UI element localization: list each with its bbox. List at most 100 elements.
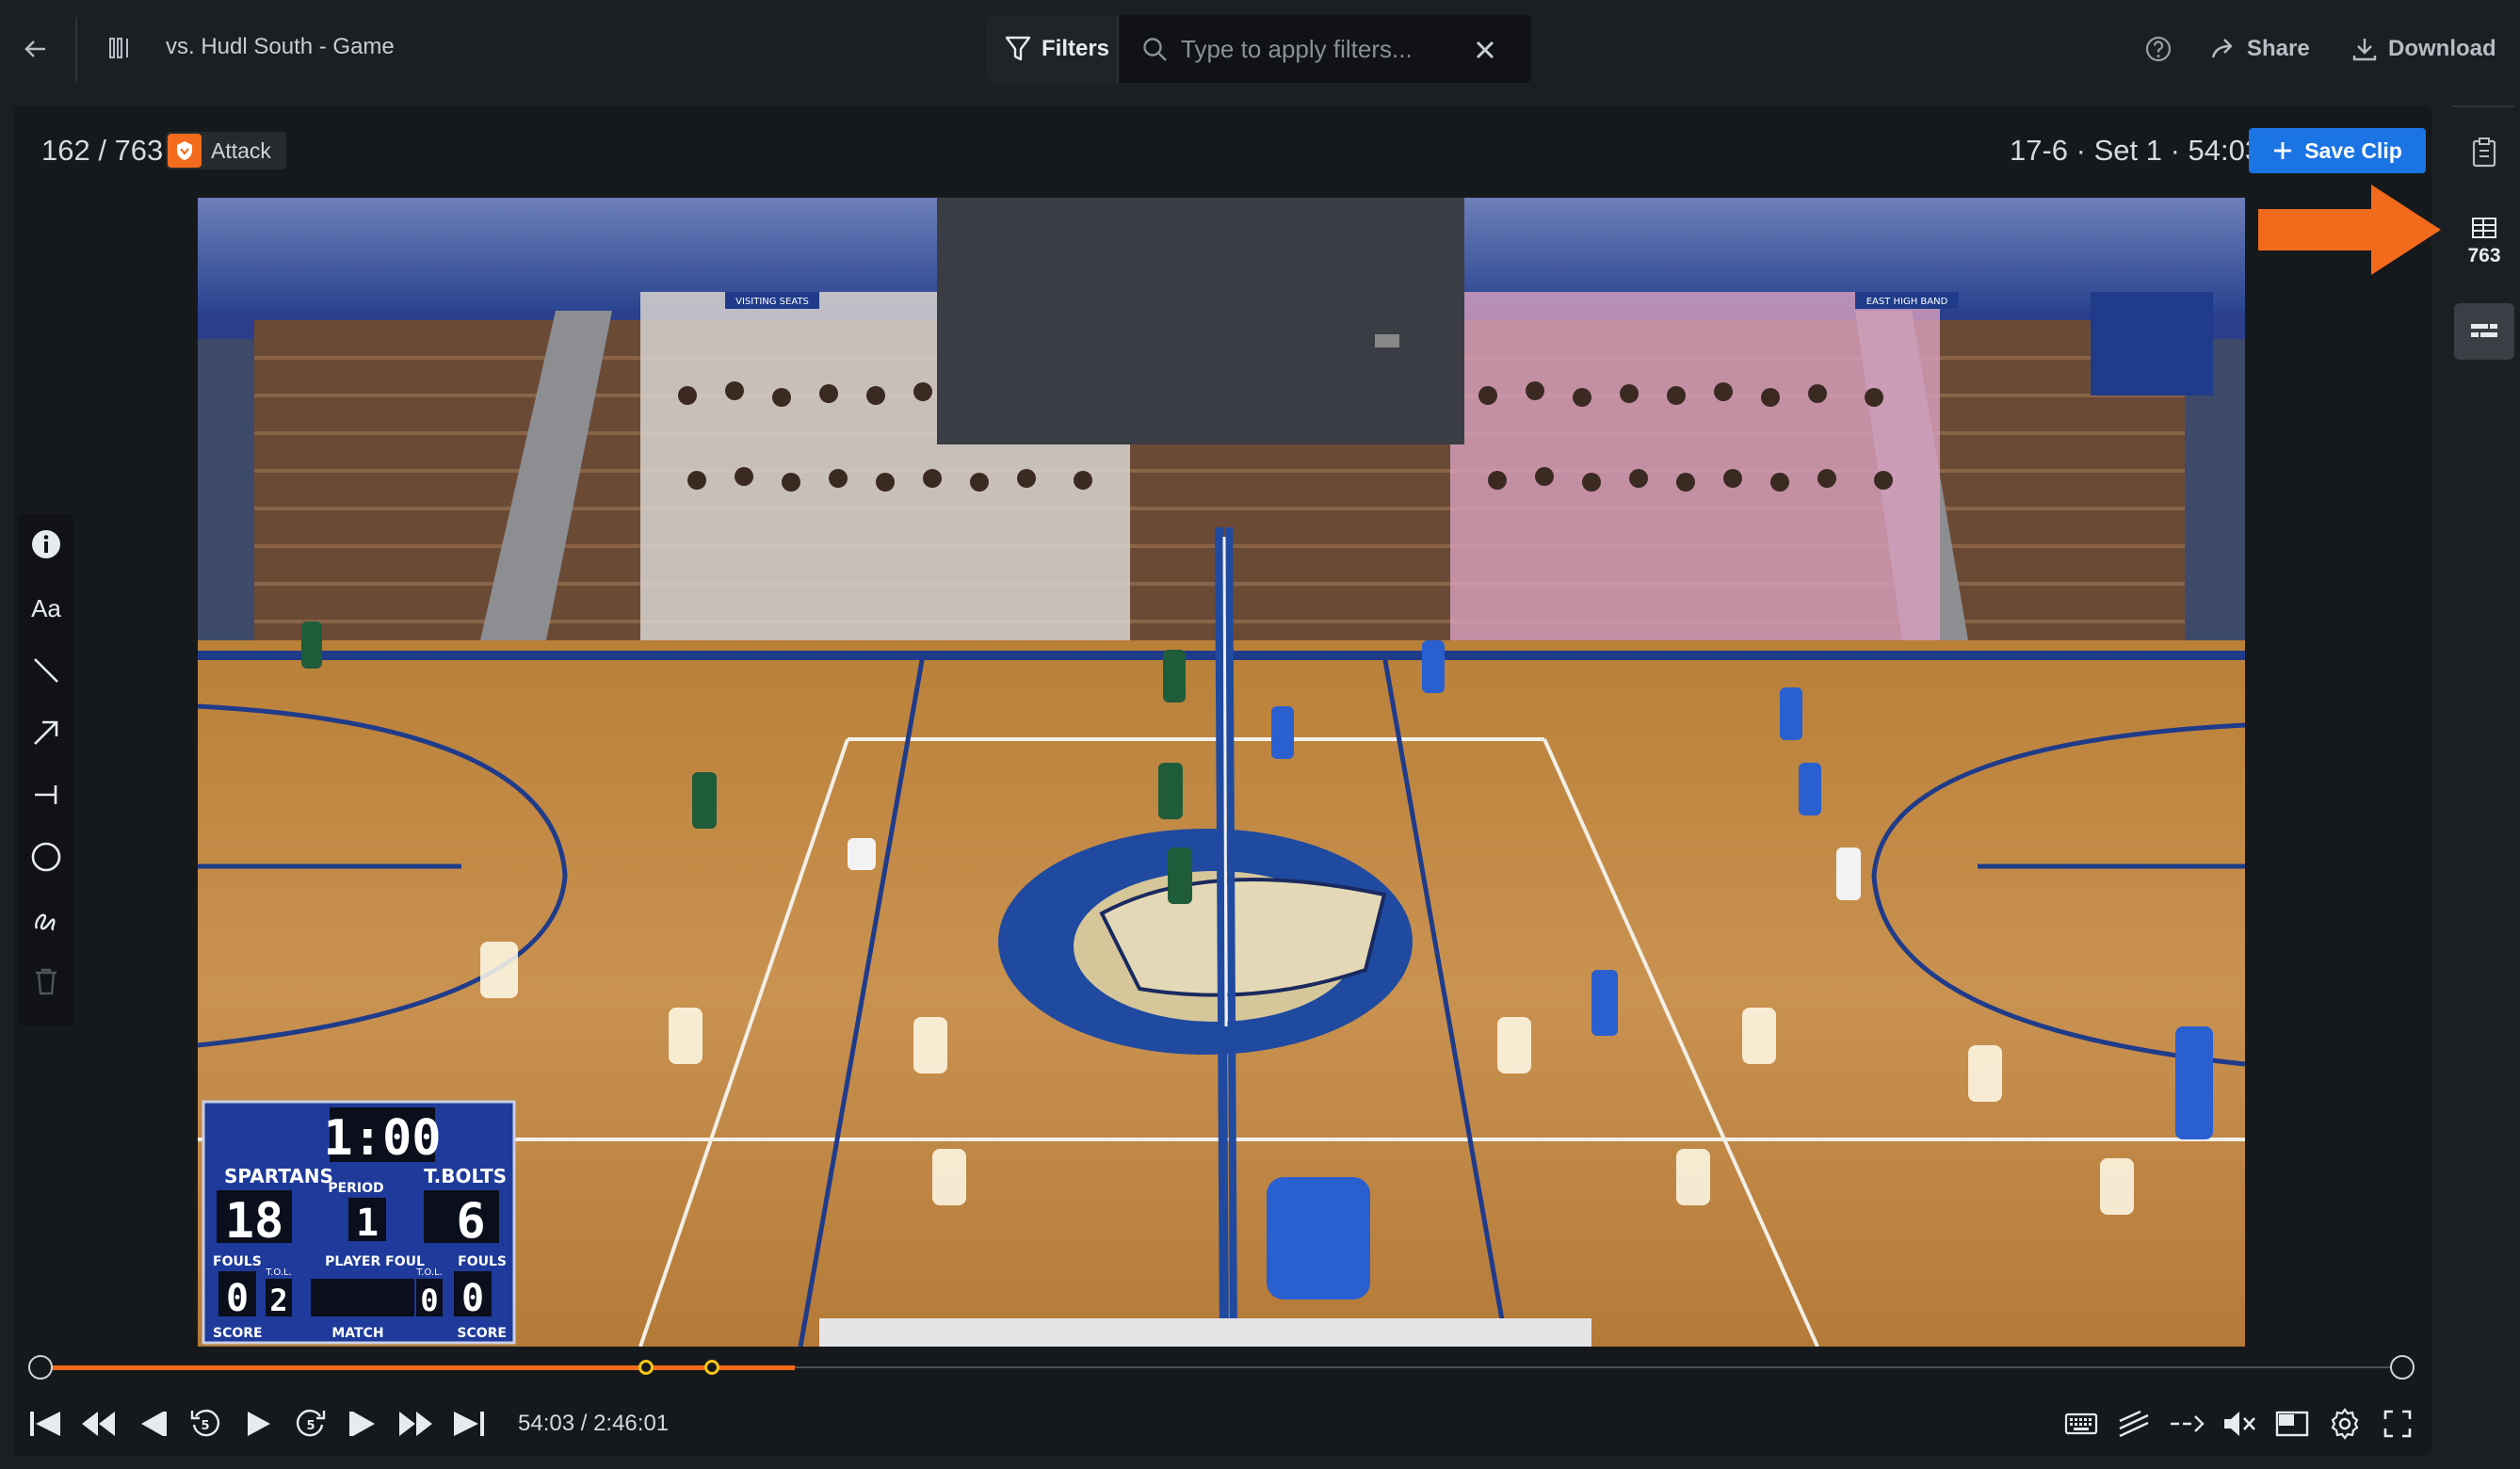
arrow-tool-button[interactable]: [27, 714, 65, 751]
play-button[interactable]: [239, 1405, 277, 1443]
filter-bar: Filters: [987, 15, 1531, 83]
forward-5-icon: 5: [297, 1410, 326, 1437]
scoreboard-away-tol-label: T.O.L.: [415, 1267, 443, 1278]
share-button[interactable]: Share: [2209, 28, 2310, 70]
top-bar: vs. Hudl South - Game Filters Share Down…: [0, 0, 2520, 100]
skip-start-icon: [30, 1412, 60, 1436]
clip-tag[interactable]: Attack: [166, 132, 286, 170]
trash-icon: [36, 968, 57, 995]
step-forward-icon: [349, 1412, 375, 1436]
keyboard-icon: [2064, 1412, 2098, 1435]
scoreboard-home-tol: 2: [269, 1283, 287, 1318]
share-label: Share: [2247, 36, 2310, 61]
filter-input[interactable]: [1181, 32, 1463, 66]
fast-forward-button[interactable]: [397, 1405, 435, 1443]
scoreboard-home-score: 18: [225, 1193, 284, 1250]
playback-timecode: 54:03 / 2:46:01: [518, 1411, 670, 1436]
timeline-start-handle[interactable]: [28, 1355, 53, 1380]
timeline-view-button[interactable]: [2454, 303, 2514, 360]
t-line-tool-button[interactable]: [27, 776, 65, 814]
freehand-tool-button[interactable]: [27, 900, 65, 938]
freehand-icon: [35, 913, 56, 931]
circle-icon: [31, 842, 61, 872]
auto-advance-button[interactable]: [2168, 1405, 2205, 1443]
circle-tool-button[interactable]: [27, 838, 65, 876]
filters-button[interactable]: Filters: [987, 15, 1117, 83]
timeline-marker[interactable]: [638, 1360, 654, 1375]
mute-button[interactable]: [2221, 1405, 2258, 1443]
info-icon: [32, 530, 60, 558]
rewind-icon: [82, 1412, 115, 1436]
forward-5-seconds-button[interactable]: 5: [292, 1405, 330, 1443]
skip-to-end-button[interactable]: [450, 1405, 488, 1443]
gear-icon: [2331, 1408, 2359, 1440]
line-tool-button[interactable]: [27, 652, 65, 689]
save-clip-label: Save Clip: [2304, 137, 2402, 163]
header-divider: [75, 17, 77, 83]
scoreboard-away-fouls-label: FOULS: [458, 1254, 507, 1269]
layout-toggle-button[interactable]: [104, 31, 137, 65]
scoreboard-away-fouls: 0: [461, 1277, 484, 1320]
clear-filter-button[interactable]: [1469, 34, 1501, 66]
question-circle-icon: [2145, 36, 2172, 62]
search-icon: [1143, 38, 1167, 61]
step-forward-button[interactable]: [345, 1405, 382, 1443]
info-tool-button[interactable]: [27, 525, 65, 563]
scoreboard-home-fouls-label: FOULS: [213, 1254, 262, 1269]
scoreboard-period: 1: [356, 1202, 379, 1245]
keyboard-shortcuts-button[interactable]: [2062, 1405, 2100, 1443]
scoreboard-home-tol-label: T.O.L.: [265, 1267, 292, 1278]
video-player[interactable]: VISITING SEATS EAST HIGH BAND 1:00 SPART…: [198, 198, 2245, 1347]
scoreboard-period-label: PERIOD: [328, 1181, 383, 1196]
volume-muted-icon: [2224, 1412, 2255, 1436]
scoreboard-clock: 1:00: [323, 1110, 441, 1167]
svg-text:5: 5: [201, 1419, 209, 1433]
arrows-right-icon: [2171, 1415, 2205, 1432]
scoreboard-away-score-label: SCORE: [457, 1326, 507, 1341]
text-tool-button[interactable]: Aa: [27, 589, 65, 627]
timeline-progress: [41, 1365, 796, 1370]
draw-lines-icon: [2119, 1410, 2149, 1438]
step-back-icon: [141, 1412, 167, 1436]
skip-end-icon: [454, 1412, 484, 1436]
visiting-banner: VISITING SEATS: [735, 297, 809, 307]
download-label: Download: [2388, 36, 2496, 61]
fullscreen-icon: [2383, 1410, 2412, 1438]
scoreboard-home-score-label: SCORE: [213, 1326, 263, 1341]
clipboard-button[interactable]: [2460, 128, 2509, 177]
back-5-seconds-button[interactable]: 5: [186, 1405, 224, 1443]
tag-label: Attack: [211, 137, 271, 163]
download-button[interactable]: Download: [2350, 28, 2496, 70]
timeline-end-handle[interactable]: [2390, 1355, 2415, 1380]
attack-tag-icon: [168, 134, 202, 168]
t-line-icon: [35, 785, 57, 804]
download-icon: [2352, 39, 2377, 61]
pip-icon: [2275, 1411, 2309, 1437]
step-back-button[interactable]: [134, 1405, 171, 1443]
telestration-toggle-button[interactable]: [2115, 1405, 2153, 1443]
save-clip-button[interactable]: Save Clip: [2249, 128, 2426, 173]
skip-to-start-button[interactable]: [26, 1405, 64, 1443]
game-state-info: 17-6 · Set 1 · 54:03: [2010, 134, 2262, 167]
drawing-toolbar: Aa: [19, 514, 73, 1026]
fullscreen-button[interactable]: [2379, 1405, 2416, 1443]
share-arrow-icon: [2211, 39, 2233, 58]
band-banner: EAST HIGH BAND: [1866, 297, 1948, 307]
arrow-left-icon: [24, 40, 45, 57]
game-video-frame: VISITING SEATS EAST HIGH BAND 1:00 SPART…: [198, 198, 2245, 1347]
help-button[interactable]: [2141, 32, 2175, 66]
clipboard-icon: [2472, 137, 2496, 168]
plus-icon: [2274, 142, 2292, 159]
scoreboard-match-label: MATCH: [331, 1326, 383, 1341]
scoreboard-home-name: SPARTANS: [224, 1165, 333, 1187]
scoreboard-home-fouls: 0: [226, 1277, 249, 1320]
rewind-button[interactable]: [79, 1405, 117, 1443]
table-icon: [2472, 218, 2496, 238]
replay-5-icon: 5: [190, 1410, 219, 1437]
picture-in-picture-button[interactable]: [2273, 1405, 2311, 1443]
orange-pointer-arrow-icon: [2258, 185, 2441, 275]
back-button[interactable]: [17, 30, 55, 68]
columns-icon: [109, 38, 128, 58]
delete-drawing-button[interactable]: [27, 962, 65, 1000]
settings-button[interactable]: [2326, 1405, 2364, 1443]
